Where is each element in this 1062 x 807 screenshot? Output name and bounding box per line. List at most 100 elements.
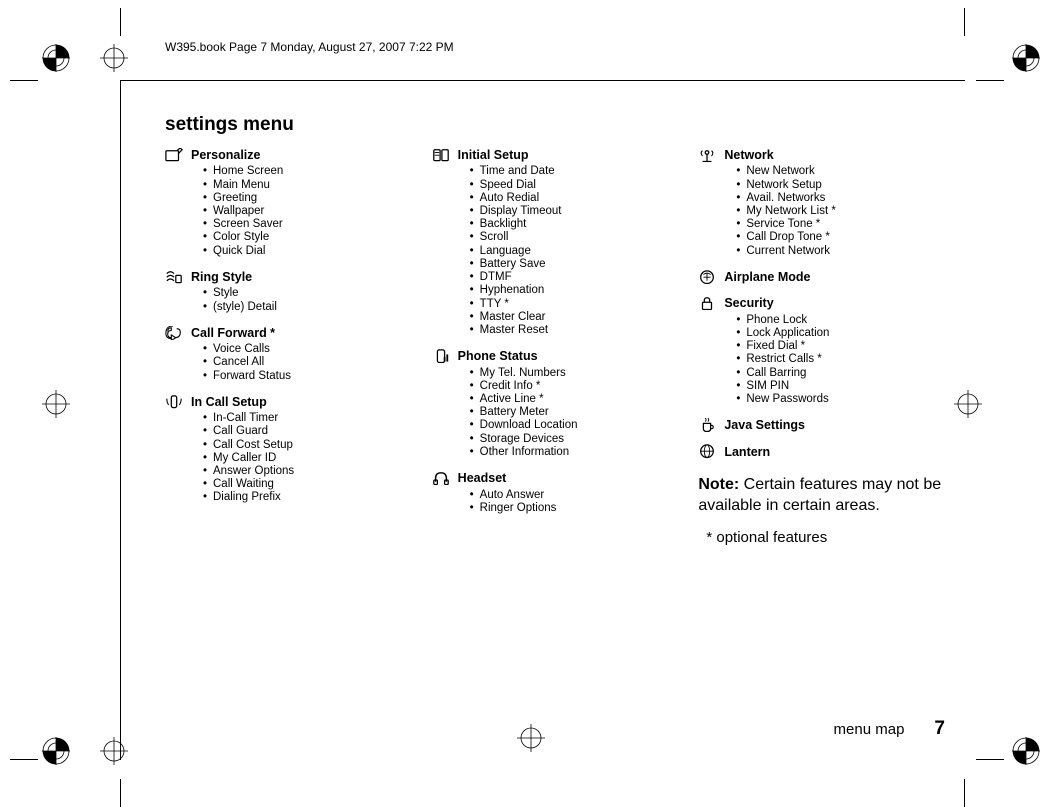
list-item: Speed Dial bbox=[470, 179, 679, 192]
list-item: Backlight bbox=[470, 218, 679, 231]
section-items: Voice CallsCancel AllForward Status bbox=[203, 343, 412, 383]
initial-setup-icon bbox=[432, 148, 450, 162]
section-title: Phone Status bbox=[458, 349, 538, 363]
crop-mark bbox=[120, 779, 121, 807]
list-item: Home Screen bbox=[203, 165, 412, 178]
section-title: Headset bbox=[458, 471, 507, 485]
list-item: Language bbox=[470, 245, 679, 258]
section-items: In-Call TimerCall GuardCall Cost SetupMy… bbox=[203, 412, 412, 505]
optional-features-text: * optional features bbox=[698, 529, 945, 546]
list-item: Wallpaper bbox=[203, 205, 412, 218]
menu-section: Headset Auto AnswerRinger Options bbox=[432, 471, 679, 515]
section-items: Style(style) Detail bbox=[203, 287, 412, 313]
phone-status-icon bbox=[432, 349, 450, 363]
list-item: Network Setup bbox=[736, 179, 945, 192]
section-title: Initial Setup bbox=[458, 148, 529, 162]
crop-mark bbox=[964, 8, 965, 36]
note-text: Note: Certain features may not be availa… bbox=[698, 475, 945, 517]
menu-section: Ring StyleStyle(style) Detail bbox=[165, 270, 412, 314]
registration-mark-icon bbox=[1012, 737, 1040, 765]
section-heading: Network bbox=[698, 148, 945, 162]
list-item: DTMF bbox=[470, 271, 679, 284]
list-item: Auto Redial bbox=[470, 192, 679, 205]
section-heading: Java Settings bbox=[698, 418, 945, 432]
lantern-icon bbox=[698, 445, 716, 459]
list-item: Call Guard bbox=[203, 425, 412, 438]
headset-icon bbox=[432, 471, 450, 485]
section-heading: Call Forward * bbox=[165, 326, 412, 340]
list-item: Cancel All bbox=[203, 356, 412, 369]
section-heading: Headset bbox=[432, 471, 679, 485]
section-title: In Call Setup bbox=[191, 395, 267, 409]
section-title: Security bbox=[724, 296, 773, 310]
section-items: Auto AnswerRinger Options bbox=[470, 489, 679, 515]
registration-mark-icon bbox=[954, 390, 982, 418]
list-item: Main Menu bbox=[203, 179, 412, 192]
list-item: Call Waiting bbox=[203, 478, 412, 491]
list-item: In-Call Timer bbox=[203, 412, 412, 425]
section-title: Java Settings bbox=[724, 418, 805, 432]
crop-mark bbox=[10, 759, 38, 760]
security-icon bbox=[698, 296, 716, 310]
list-item: Dialing Prefix bbox=[203, 491, 412, 504]
list-item: Avail. Networks bbox=[736, 192, 945, 205]
crop-mark bbox=[10, 80, 38, 81]
list-item: My Network List * bbox=[736, 205, 945, 218]
crop-mark bbox=[976, 759, 1004, 760]
column-3: Network New NetworkNetwork SetupAvail. Ne… bbox=[698, 148, 945, 546]
list-item: Service Tone * bbox=[736, 218, 945, 231]
section-items: New NetworkNetwork SetupAvail. NetworksM… bbox=[736, 165, 945, 258]
list-item: (style) Detail bbox=[203, 301, 412, 314]
registration-mark-icon bbox=[42, 737, 70, 765]
list-item: Answer Options bbox=[203, 465, 412, 478]
page-border-left bbox=[120, 80, 121, 760]
list-item: Call Barring bbox=[736, 367, 945, 380]
list-item: Scroll bbox=[470, 231, 679, 244]
list-item: New Network bbox=[736, 165, 945, 178]
section-heading: Airplane Mode bbox=[698, 270, 945, 284]
list-item: Lock Application bbox=[736, 327, 945, 340]
list-item: Credit Info * bbox=[470, 380, 679, 393]
list-item: Display Timeout bbox=[470, 205, 679, 218]
column-2: Initial SetupTime and DateSpeed DialAuto… bbox=[432, 148, 679, 546]
list-item: Phone Lock bbox=[736, 314, 945, 327]
list-item: Quick Dial bbox=[203, 245, 412, 258]
section-title: Lantern bbox=[724, 445, 770, 459]
java-settings-icon bbox=[698, 418, 716, 432]
section-heading: Initial Setup bbox=[432, 148, 679, 162]
columns: Personalize Home ScreenMain MenuGreetingW… bbox=[165, 148, 945, 546]
network-icon bbox=[698, 148, 716, 162]
registration-mark-icon bbox=[100, 737, 128, 765]
call-forward-icon bbox=[165, 326, 183, 340]
personalize-icon bbox=[165, 148, 183, 162]
ring-style-icon bbox=[165, 270, 183, 284]
list-item: Download Location bbox=[470, 419, 679, 432]
page-title: settings menu bbox=[165, 114, 945, 136]
list-item: Master Reset bbox=[470, 324, 679, 337]
list-item: Forward Status bbox=[203, 370, 412, 383]
list-item: Greeting bbox=[203, 192, 412, 205]
section-title: Personalize bbox=[191, 148, 260, 162]
list-item: Auto Answer bbox=[470, 489, 679, 502]
menu-section: Personalize Home ScreenMain MenuGreetingW… bbox=[165, 148, 412, 258]
list-item: Ringer Options bbox=[470, 502, 679, 515]
list-item: New Passwords bbox=[736, 393, 945, 406]
list-item: Call Drop Tone * bbox=[736, 231, 945, 244]
section-heading: In Call Setup bbox=[165, 395, 412, 409]
menu-section: In Call SetupIn-Call TimerCall GuardCall… bbox=[165, 395, 412, 505]
list-item: Color Style bbox=[203, 231, 412, 244]
list-item: Other Information bbox=[470, 446, 679, 459]
section-title: Airplane Mode bbox=[724, 270, 810, 284]
registration-mark-icon bbox=[42, 390, 70, 418]
footer-label: menu map bbox=[834, 721, 905, 738]
section-title: Network bbox=[724, 148, 773, 162]
menu-section: SecurityPhone LockLock ApplicationFixed … bbox=[698, 296, 945, 406]
page-number: 7 bbox=[934, 718, 945, 740]
list-item: Call Cost Setup bbox=[203, 439, 412, 452]
page-footer: menu map 7 bbox=[834, 718, 945, 740]
list-item: Style bbox=[203, 287, 412, 300]
menu-section: Network New NetworkNetwork SetupAvail. Ne… bbox=[698, 148, 945, 258]
menu-section: Phone StatusMy Tel. NumbersCredit Info *… bbox=[432, 349, 679, 459]
menu-section: Airplane Mode bbox=[698, 270, 945, 284]
list-item: Time and Date bbox=[470, 165, 679, 178]
